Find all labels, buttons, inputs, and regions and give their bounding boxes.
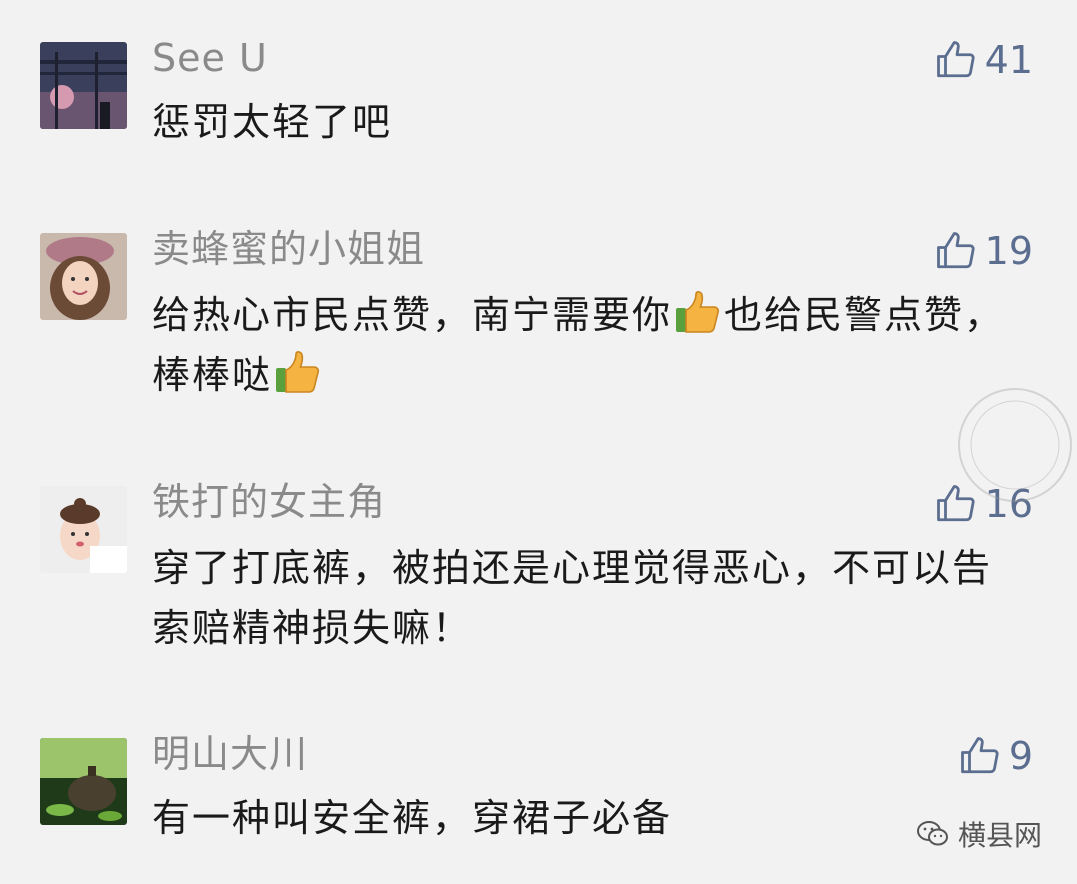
comment-text: 穿了打底裤，被拍还是心理觉得恶心，不可以告索赔精神损失嘛！ — [152, 546, 993, 650]
thumbs-up-icon — [936, 232, 975, 269]
avatar-image — [40, 233, 127, 320]
comment-text: 有一种叫安全裤，穿裙子必备 — [152, 796, 673, 840]
avatar-image — [40, 486, 127, 573]
seal-watermark-icon — [958, 388, 1072, 502]
comment-author[interactable]: 铁打的女主角 — [152, 478, 386, 526]
thumbs-up-emoji-icon — [276, 351, 320, 393]
thumbs-up-icon — [936, 41, 975, 78]
comment-text-part: 给热心市民点赞，南宁需要你 — [152, 293, 673, 337]
like-button[interactable]: 41 — [935, 36, 1033, 84]
like-count: 9 — [1008, 734, 1033, 778]
like-count: 19 — [984, 229, 1033, 273]
comment-author[interactable]: See U — [152, 34, 268, 82]
comment-text: 惩罚太轻了吧 — [152, 100, 393, 144]
comment-author[interactable]: 明山大川 — [152, 730, 308, 778]
avatar[interactable] — [40, 738, 127, 825]
avatar[interactable] — [40, 42, 127, 129]
like-button[interactable]: 19 — [935, 227, 1033, 275]
avatar-image — [40, 738, 127, 825]
avatar[interactable] — [40, 486, 127, 573]
comment-text: 给热心市民点赞，南宁需要你 也给民警点赞，棒棒哒 — [152, 285, 1032, 405]
thumbs-up-emoji-icon — [676, 291, 720, 333]
like-count: 41 — [984, 38, 1033, 82]
thumbs-up-icon — [960, 737, 999, 774]
avatar-image — [40, 42, 127, 129]
source-watermark: 横县网 — [916, 814, 1042, 854]
watermark-label: 横县网 — [957, 819, 1042, 852]
comment-author[interactable]: 卖蜂蜜的小姐姐 — [152, 225, 425, 273]
avatar[interactable] — [40, 233, 127, 320]
like-button[interactable]: 9 — [959, 732, 1033, 780]
wechat-icon — [916, 821, 948, 846]
